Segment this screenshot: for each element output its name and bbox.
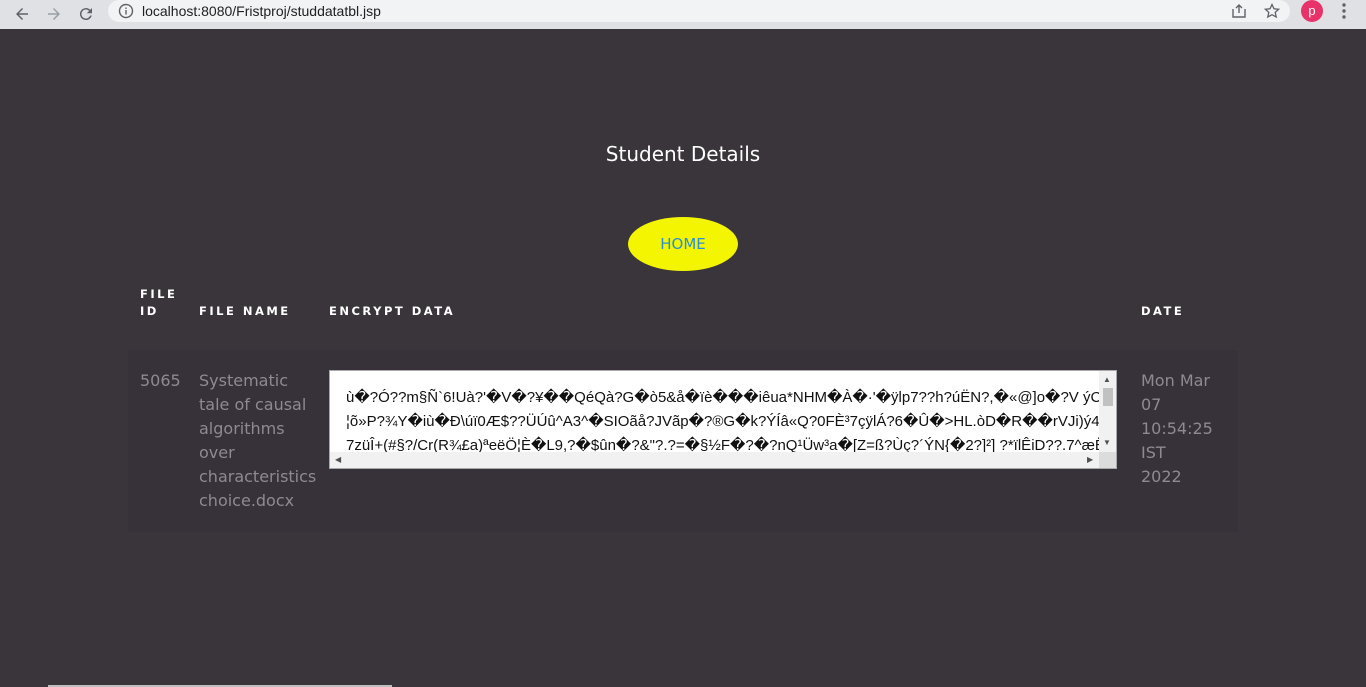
encrypt-line: ¦õ»P?¾Y�iù�Ð\úï0Æ$??ÜÚû^A3^�SIOãå?JVãp�?… [346, 413, 1117, 430]
encrypt-data-text: ù�?Ó??m§Ñ`6!Uà?'�V�?¥��QéQà?G�ò5&å�ïè���… [346, 386, 1117, 458]
header-date: DATE [1141, 304, 1185, 318]
address-bar[interactable]: localhost:8080/Fristproj/studdatatbl.jsp [108, 0, 1290, 22]
header-file-id: FILE ID [140, 287, 178, 318]
share-icon [1232, 4, 1246, 18]
kebab-menu-icon[interactable] [1336, 2, 1352, 20]
encrypt-data-textarea[interactable]: ù�?Ó??m§Ñ`6!Uà?'�V�?¥��QéQà?G�ò5&å�ïè���… [329, 370, 1117, 469]
scroll-right-icon[interactable]: ▶ [1087, 456, 1093, 464]
arrow-right-icon [48, 8, 60, 20]
share-button[interactable] [1230, 2, 1248, 20]
scroll-left-icon[interactable]: ◀ [335, 456, 341, 464]
arrow-left-icon [16, 8, 28, 20]
page-title: Student Details [605, 142, 761, 166]
scrollbar-corner [1099, 452, 1116, 468]
home-button[interactable]: HOME [628, 217, 738, 271]
browser-toolbar: localhost:8080/Fristproj/studdatatbl.jsp… [0, 0, 1366, 29]
bookmark-button[interactable] [1263, 2, 1281, 20]
forward-button[interactable] [42, 2, 66, 26]
info-icon[interactable] [118, 3, 134, 19]
profile-avatar[interactable]: p [1301, 0, 1323, 22]
cell-date: Mon Mar 07 10:54:25 IST 2022 [1141, 371, 1213, 486]
header-file-name: FILE NAME [199, 304, 291, 318]
encrypt-line: ù�?Ó??m§Ñ`6!Uà?'�V�?¥��QéQà?G�ò5&å�ïè���… [346, 389, 1116, 406]
cell-file-id: 5065 [140, 371, 181, 390]
scrollbar-thumb[interactable] [1103, 388, 1113, 406]
header-encrypt-data: ENCRYPT DATA [329, 304, 456, 318]
scroll-up-icon[interactable]: ▲ [1103, 376, 1111, 384]
reload-icon [79, 8, 92, 21]
vertical-scrollbar[interactable]: ▲ ▼ [1099, 371, 1116, 453]
back-button[interactable] [10, 2, 34, 26]
reload-button[interactable] [74, 2, 98, 26]
url-text[interactable]: localhost:8080/Fristproj/studdatatbl.jsp [142, 3, 381, 19]
star-icon [1264, 3, 1280, 19]
cell-file-name: Systematic tale of causal algorithms ove… [199, 371, 317, 510]
horizontal-scrollbar[interactable]: ◀ ▶ [330, 452, 1101, 468]
scroll-down-icon[interactable]: ▼ [1103, 439, 1111, 447]
